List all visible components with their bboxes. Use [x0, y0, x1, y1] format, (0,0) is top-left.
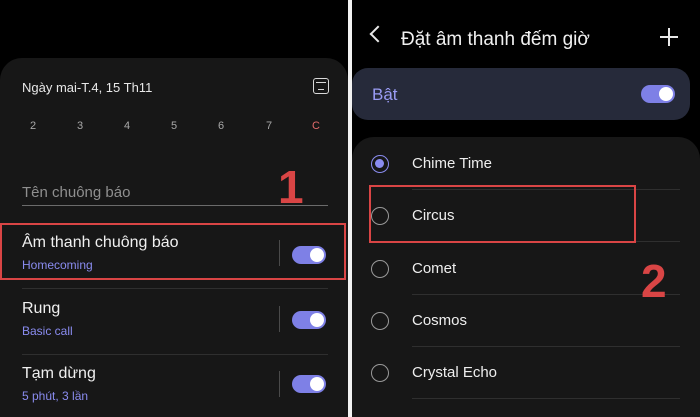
highlight-box-2	[369, 185, 636, 243]
page-title: Đặt âm thanh đếm giờ	[401, 29, 590, 50]
toggle-knob	[310, 313, 324, 327]
separator	[412, 398, 680, 399]
day-sat[interactable]: 7	[259, 120, 279, 132]
add-icon[interactable]	[660, 28, 678, 46]
radio-icon[interactable]	[371, 364, 389, 382]
vibration-value: Basic call	[22, 324, 73, 338]
sound-option-label: Chime Time	[412, 155, 493, 172]
timer-sound-panel: Đặt âm thanh đếm giờ Bật Chime Time Circ…	[352, 0, 700, 417]
row-divider	[279, 371, 280, 397]
day-thu[interactable]: 5	[164, 120, 184, 132]
snooze-toggle[interactable]	[292, 375, 326, 393]
master-switch-card[interactable]: Bật	[352, 68, 690, 120]
day-tue[interactable]: 3	[70, 120, 90, 132]
day-wed[interactable]: 4	[117, 120, 137, 132]
day-sun[interactable]: C	[306, 120, 326, 132]
vibration-row[interactable]: Rung Basic call	[0, 292, 348, 352]
sound-option-cosmos[interactable]: Cosmos	[352, 295, 700, 347]
separator	[22, 354, 328, 355]
sound-option-label: Crystal Echo	[412, 364, 498, 381]
toggle-knob	[659, 87, 673, 101]
snooze-row[interactable]: Tạm dừng 5 phút, 3 lần	[0, 357, 348, 417]
snooze-title: Tạm dừng	[22, 365, 96, 382]
alarm-date-label: Ngày mai-T.4, 15 Th11	[22, 80, 153, 95]
master-switch-label: Bật	[372, 85, 398, 104]
calendar-icon[interactable]	[313, 78, 329, 94]
radio-icon[interactable]	[371, 312, 389, 330]
alarm-edit-panel: Ngày mai-T.4, 15 Th11 2 3 4 5 6 7 C 1 Âm…	[0, 0, 348, 417]
step-marker-1: 1	[278, 161, 304, 213]
toggle-knob	[310, 377, 324, 391]
sound-option-label: Comet	[412, 260, 457, 277]
snooze-value: 5 phút, 3 lần	[22, 389, 89, 403]
sound-option-label: Cosmos	[412, 312, 468, 329]
sound-option-chime-time[interactable]: Chime Time	[352, 138, 700, 190]
day-mon[interactable]: 2	[23, 120, 43, 132]
row-divider	[279, 306, 280, 332]
day-fri[interactable]: 6	[211, 120, 231, 132]
back-arrow-icon[interactable]	[369, 25, 387, 43]
weekday-selector: 2 3 4 5 6 7 C	[22, 120, 332, 136]
vibration-title: Rung	[22, 300, 61, 317]
highlight-box-1	[0, 223, 346, 280]
sound-option-crystal-echo[interactable]: Crystal Echo	[352, 347, 700, 399]
radio-icon[interactable]	[371, 260, 389, 278]
master-toggle[interactable]	[641, 85, 675, 103]
separator	[22, 288, 328, 289]
radio-selected-icon[interactable]	[371, 155, 389, 173]
vibration-toggle[interactable]	[292, 311, 326, 329]
